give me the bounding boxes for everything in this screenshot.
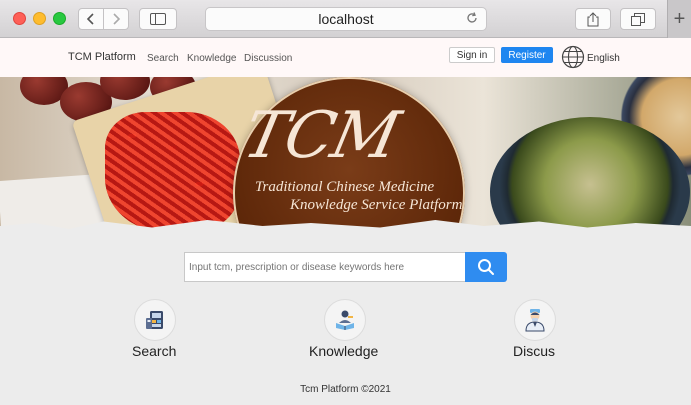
tab-overview-icon [631, 12, 645, 26]
feature-discus-label[interactable]: Discus [513, 343, 555, 359]
hero-tagline-line1: Traditional Chinese Medicine [255, 179, 435, 195]
reading-person-icon [336, 310, 354, 330]
search-icon [478, 259, 494, 275]
new-tab-button[interactable]: + [667, 0, 691, 38]
hero-goji [105, 112, 240, 232]
sidebar-toggle-button[interactable] [139, 8, 177, 30]
medicine-box-icon [146, 311, 163, 329]
close-window-button[interactable] [13, 12, 26, 25]
sidebar-icon [150, 13, 166, 25]
back-button[interactable] [78, 8, 104, 30]
globe-icon[interactable] [561, 45, 585, 69]
language-selector[interactable]: English [587, 53, 620, 64]
forward-button[interactable] [103, 8, 129, 30]
brand-link[interactable]: TCM Platform [68, 51, 136, 63]
address-text: localhost [318, 11, 374, 27]
reload-icon[interactable] [466, 11, 478, 27]
search-button[interactable] [465, 252, 507, 282]
hero-logo: TCM [237, 99, 405, 173]
plus-icon: + [673, 7, 686, 30]
feature-knowledge-circle[interactable] [324, 299, 366, 341]
nav-search-link[interactable]: Search [147, 53, 179, 64]
register-button[interactable]: Register [501, 47, 553, 63]
feature-knowledge-label[interactable]: Knowledge [309, 343, 378, 359]
chevron-right-icon [113, 13, 121, 25]
feature-search-label[interactable]: Search [132, 343, 176, 359]
nav-discussion-link[interactable]: Discussion [244, 53, 292, 64]
browser-titlebar: localhost + [0, 0, 691, 38]
footer-text: Tcm Platform ©2021 [300, 384, 391, 395]
search-input[interactable] [184, 252, 466, 282]
share-icon [587, 11, 599, 26]
minimize-window-button[interactable] [33, 12, 46, 25]
hero-tagline-line2: Knowledge Service Platform [290, 197, 463, 213]
nav-knowledge-link[interactable]: Knowledge [187, 53, 236, 64]
address-bar[interactable]: localhost [205, 7, 487, 31]
site-header: TCM Platform Search Knowledge Discussion… [0, 38, 691, 77]
sign-in-button[interactable]: Sign in [449, 47, 495, 63]
zoom-window-button[interactable] [53, 12, 66, 25]
tab-overview-button[interactable] [620, 8, 656, 30]
doctor-icon [525, 309, 545, 332]
share-button[interactable] [575, 8, 611, 30]
chevron-left-icon [86, 13, 94, 25]
feature-discus-circle[interactable] [514, 299, 556, 341]
hero-banner: TCM Traditional Chinese Medicine Knowled… [0, 77, 691, 237]
feature-search-circle[interactable] [134, 299, 176, 341]
